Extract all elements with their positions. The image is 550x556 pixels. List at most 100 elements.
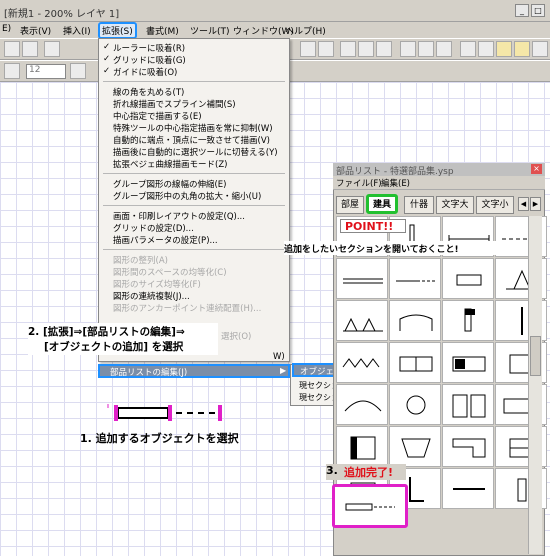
menu-item-suppress-center[interactable]: 特殊ツールの中心指定描画を常に抑制(W): [113, 122, 273, 134]
step3-backing: 3. 追加完了!: [326, 464, 406, 480]
toolbar-button[interactable]: [44, 41, 60, 57]
menu-item-extra[interactable]: W): [273, 352, 285, 362]
fixture-icon: [396, 280, 436, 282]
fixture-icon: [452, 394, 486, 418]
menu-item-layout-settings[interactable]: 画面・印刷レイアウトの設定(Q)...: [113, 210, 245, 222]
menu-item-bezier[interactable]: 拡張ベジェ曲線描画モード(Z): [113, 158, 227, 170]
guide-toggle-button[interactable]: [514, 41, 530, 57]
extend-dropdown-menu: ルーラーに吸着(R) グリッドに吸着(G) ガイドに吸着(O) 線の角を丸める(…: [98, 38, 290, 362]
toolbar-button[interactable]: [340, 41, 356, 57]
tab-room[interactable]: 部屋: [336, 196, 364, 214]
toolbar-button[interactable]: [478, 41, 494, 57]
fixture-icon: [452, 438, 486, 458]
palette-cell[interactable]: [442, 342, 494, 383]
point-badge: POINT!!: [340, 219, 406, 233]
palette-cell[interactable]: [442, 258, 494, 299]
toolbar-button[interactable]: [358, 41, 374, 57]
palette-cell[interactable]: [336, 342, 388, 383]
tab-fixtures[interactable]: 建具: [366, 194, 398, 214]
palette-cell[interactable]: [442, 468, 494, 509]
grid-toggle-button[interactable]: [496, 41, 512, 57]
tab-furniture[interactable]: 什器: [404, 196, 434, 214]
toolbar-button[interactable]: [400, 41, 416, 57]
scrollbar-thumb[interactable]: [530, 336, 541, 376]
palette-cell[interactable]: [389, 384, 441, 425]
palette-close-button[interactable]: ×: [531, 164, 542, 174]
menu-item-repeat-copy[interactable]: 図形の連続複製(J)...: [113, 290, 190, 302]
palette-cell[interactable]: [336, 300, 388, 341]
menu-item-group-line-width[interactable]: グループ図形の線幅の伸縮(E): [113, 178, 227, 190]
menu-item-grid-settings[interactable]: グリッドの設定(D)...: [113, 222, 194, 234]
palette-cell[interactable]: [442, 384, 494, 425]
added-object-shape: [345, 503, 395, 511]
toolbar-button[interactable]: [460, 41, 476, 57]
menu-edit[interactable]: E): [2, 24, 11, 34]
menu-item-center-draw[interactable]: 中心指定で描画する(E): [113, 110, 202, 122]
palette-cell[interactable]: [442, 426, 494, 467]
toolbar-button[interactable]: [436, 41, 452, 57]
tab-scroll-right-icon[interactable]: ▶: [530, 197, 541, 211]
menu-item-spline[interactable]: 折れ線描画でスプライン補間(S): [113, 98, 236, 110]
menu-item-round-corners[interactable]: 線の角を丸める(T): [113, 86, 184, 98]
toolbar-button[interactable]: [70, 63, 86, 79]
point-label: POINT!!: [345, 220, 394, 233]
palette-cell[interactable]: [336, 384, 388, 425]
menu-item-label: 部品リストの編集(J): [110, 368, 188, 378]
palette-cell[interactable]: [336, 258, 388, 299]
palette-cell[interactable]: [442, 300, 494, 341]
palette-title-bar: 部品リスト - 特選部品集.ysp ×: [333, 163, 545, 177]
palette-menu-edit[interactable]: 編集(E): [381, 177, 410, 189]
palette-cell[interactable]: [389, 426, 441, 467]
fixture-icon: [343, 278, 383, 284]
menu-extend[interactable]: 拡張(S): [98, 22, 137, 39]
font-size-select[interactable]: 12: [26, 64, 66, 79]
palette-menu-bar: ファイル(F) 編集(E): [333, 176, 545, 190]
palette-cell[interactable]: [389, 342, 441, 383]
menu-item-snap-guide[interactable]: ガイドに吸着(O): [103, 66, 177, 78]
toolbar-button[interactable]: [532, 41, 548, 57]
tab-text-small[interactable]: 文字小: [476, 196, 514, 214]
toolbar-button[interactable]: [4, 41, 20, 57]
tab-scroll-left-icon[interactable]: ◀: [518, 197, 529, 211]
added-object-cell[interactable]: [332, 484, 408, 528]
menu-item-auto-select[interactable]: 描画後に自動的に選択ツールに切替える(Y): [113, 146, 278, 158]
selected-object[interactable]: [104, 402, 230, 426]
menu-item-snap-grid[interactable]: グリッドに吸着(G): [103, 54, 186, 66]
menu-item-snap-ruler[interactable]: ルーラーに吸着(R): [103, 42, 185, 54]
toolbar-button[interactable]: [418, 41, 434, 57]
menu-format[interactable]: 書式(M): [146, 24, 179, 37]
menu-help[interactable]: ヘルプ(H): [285, 24, 326, 37]
menu-tools[interactable]: ツール(T): [190, 24, 230, 37]
fixture-icon: [399, 356, 433, 372]
palette-cell[interactable]: [336, 426, 388, 467]
menu-item-group-round[interactable]: グループ図形中の丸角の拡大・縮小(U): [113, 190, 261, 202]
menu-bar: E) 表示(V) 挿入(I) 拡張(S) 書式(M) ツール(T) ウィンドウ(…: [0, 22, 550, 39]
maximize-button[interactable]: □: [531, 4, 545, 17]
step3-number: 3.: [326, 464, 338, 477]
menu-view[interactable]: 表示(V): [20, 24, 51, 37]
fixture-icon: [406, 395, 426, 415]
toolbar-button[interactable]: [300, 41, 316, 57]
toolbar-button[interactable]: [318, 41, 334, 57]
menu-separator: [103, 205, 285, 206]
point-text: 追加をしたいセクションを開いておくこと!: [284, 245, 459, 255]
menu-insert[interactable]: 挿入(I): [63, 24, 91, 37]
toolbar-button[interactable]: [376, 41, 392, 57]
menu-item-auto-snap[interactable]: 自動的に端点・頂点に一致させて描画(V): [113, 134, 270, 146]
menu-item-align: 図形の整列(A): [113, 256, 168, 266]
palette-cell[interactable]: [389, 258, 441, 299]
menu-item-anchor-place: 図形のアンカーポイント連続配置(H)...: [113, 304, 262, 314]
palette-cell[interactable]: [389, 300, 441, 341]
menu-item-draw-params[interactable]: 描画パラメータの設定(P)...: [113, 234, 218, 246]
menu-item-parts-list-edit[interactable]: 部品リストの編集(J) ▶: [98, 364, 290, 378]
toolbar-button[interactable]: [4, 63, 20, 79]
palette-menu-file[interactable]: ファイル(F): [336, 177, 382, 189]
minimize-button[interactable]: _: [515, 4, 529, 17]
tab-text-large[interactable]: 文字大: [436, 196, 474, 214]
step1-label: 1. 追加するオブジェクトを選択: [80, 432, 239, 445]
toolbar-button[interactable]: [22, 41, 38, 57]
palette-scrollbar[interactable]: [528, 216, 542, 554]
fixture-icon: [453, 488, 485, 490]
fixture-icon: [452, 356, 486, 372]
fixture-icon: [342, 358, 380, 368]
